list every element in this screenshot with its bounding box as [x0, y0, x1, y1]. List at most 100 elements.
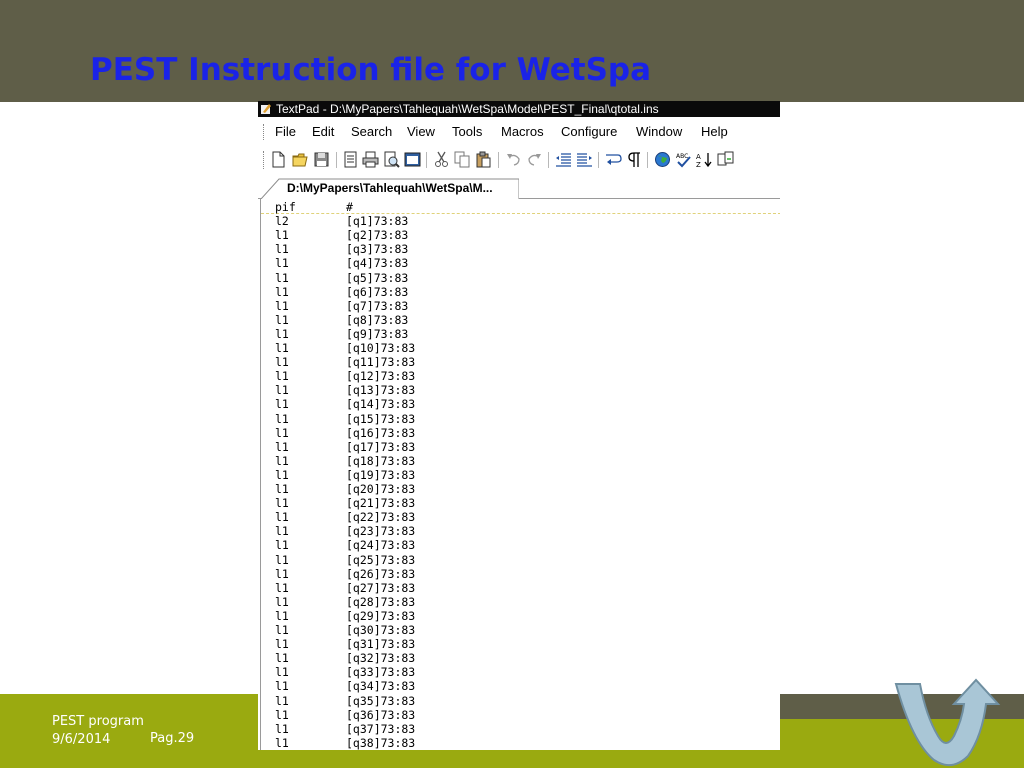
- menu-view[interactable]: View: [407, 124, 435, 140]
- word-wrap-icon[interactable]: [605, 151, 622, 168]
- observation-spec: [q11]73:83: [346, 355, 416, 370]
- file-line: l1 [q13]73:83: [261, 383, 780, 397]
- document-tab-bar: D:\MyPapers\Tahlequah\WetSpa\M...: [258, 173, 780, 199]
- line-marker: l1: [275, 411, 289, 426]
- observation-spec: [q12]73:83: [346, 369, 416, 384]
- file-line: l1 [q8]73:83: [261, 313, 780, 327]
- file-line: l1 [q15]73:83: [261, 412, 780, 426]
- observation-spec: [q35]73:83: [346, 693, 416, 708]
- observation-spec: [q31]73:83: [346, 637, 416, 652]
- line-marker: l1: [275, 425, 289, 440]
- document-properties-icon[interactable]: [342, 151, 359, 168]
- line-marker: l2: [275, 214, 289, 229]
- observation-spec: [q2]73:83: [346, 228, 409, 243]
- observation-spec: [q18]73:83: [346, 453, 416, 468]
- textpad-app-icon: [261, 103, 271, 114]
- observation-spec: [q14]73:83: [346, 397, 416, 412]
- line-marker: l1: [275, 679, 289, 694]
- svg-text:A: A: [696, 153, 701, 161]
- file-line: l1 [q26]73:83: [261, 567, 780, 581]
- observation-spec: [q3]73:83: [346, 242, 409, 257]
- file-line: l1 [q17]73:83: [261, 440, 780, 454]
- line-marker: l1: [275, 594, 289, 609]
- menu-edit[interactable]: Edit: [312, 124, 334, 140]
- menu-search[interactable]: Search: [351, 124, 392, 140]
- print-preview-icon[interactable]: [383, 151, 400, 168]
- menu-window[interactable]: Window: [636, 124, 682, 140]
- line-marker: l1: [275, 369, 289, 384]
- spell-check-icon[interactable]: ABC: [675, 151, 692, 168]
- document-tab[interactable]: D:\MyPapers\Tahlequah\WetSpa\M...: [261, 178, 519, 199]
- web-browser-icon[interactable]: [654, 151, 671, 168]
- file-line: l1 [q35]73:83: [261, 694, 780, 708]
- open-folder-icon[interactable]: [292, 151, 309, 168]
- menu-macros[interactable]: Macros: [501, 124, 544, 140]
- observation-spec: [q32]73:83: [346, 651, 416, 666]
- observation-spec: [q20]73:83: [346, 482, 416, 496]
- footer-date: 9/6/2014: [52, 732, 111, 747]
- visible-spaces-icon[interactable]: [626, 151, 643, 168]
- file-line: l1 [q29]73:83: [261, 609, 780, 623]
- paste-icon[interactable]: [475, 151, 492, 168]
- line-marker: l1: [275, 298, 289, 313]
- line-marker: l1: [275, 637, 289, 652]
- observation-spec: [q19]73:83: [346, 467, 416, 482]
- observation-spec: [q1]73:83: [346, 214, 409, 229]
- increase-indent-icon[interactable]: [576, 151, 593, 168]
- footer-page-number: Pag.29: [150, 731, 195, 746]
- undo-icon[interactable]: [505, 151, 522, 168]
- file-line: l1 [q30]73:83: [261, 623, 780, 637]
- menu-configure[interactable]: Configure: [561, 124, 617, 140]
- observation-spec: [q29]73:83: [346, 608, 416, 623]
- menu-help[interactable]: Help: [701, 124, 728, 140]
- toolbar-separator: [498, 152, 499, 168]
- menu-bar: File Edit Search View Tools Macros Confi…: [258, 117, 780, 147]
- observation-spec: [q15]73:83: [346, 411, 416, 426]
- menu-file[interactable]: File: [275, 124, 296, 140]
- observation-spec: [q6]73:83: [346, 284, 409, 299]
- file-line: l1 [q14]73:83: [261, 397, 780, 411]
- save-icon[interactable]: [313, 151, 330, 168]
- observation-spec: [q38]73:83: [346, 735, 416, 750]
- decrease-indent-icon[interactable]: [555, 151, 572, 168]
- file-line: l1 [q22]73:83: [261, 510, 780, 524]
- observation-spec: [q16]73:83: [346, 425, 416, 440]
- line-marker: pif: [275, 200, 296, 214]
- line-marker: l1: [275, 651, 289, 666]
- menu-tools[interactable]: Tools: [452, 124, 482, 140]
- sort-icon[interactable]: AZ: [696, 151, 713, 168]
- toolbar-separator: [647, 152, 648, 168]
- file-line: l1 [q18]73:83: [261, 454, 780, 468]
- line-marker: l1: [275, 552, 289, 567]
- observation-spec: [q10]73:83: [346, 341, 416, 355]
- line-marker: l1: [275, 524, 289, 539]
- file-line: l1 [q23]73:83: [261, 524, 780, 538]
- file-line: l1 [q5]73:83: [261, 271, 780, 285]
- menubar-grip[interactable]: [263, 124, 266, 140]
- toolbar-grip[interactable]: [263, 151, 266, 169]
- toolbar: ABC AZ: [258, 147, 780, 173]
- manage-files-icon[interactable]: [404, 151, 421, 168]
- file-line: l1 [q21]73:83: [261, 496, 780, 510]
- file-line: l1 [q16]73:83: [261, 426, 780, 440]
- file-line: l1 [q34]73:83: [261, 679, 780, 693]
- new-file-icon[interactable]: [270, 151, 287, 168]
- observation-spec: [q8]73:83: [346, 312, 409, 327]
- file-line: l1 [q33]73:83: [261, 665, 780, 679]
- cut-icon[interactable]: [433, 151, 450, 168]
- line-marker: l1: [275, 538, 289, 553]
- observation-spec: [q33]73:83: [346, 665, 416, 680]
- line-marker: l1: [275, 312, 289, 327]
- copy-icon[interactable]: [454, 151, 471, 168]
- line-marker: l1: [275, 482, 289, 496]
- line-marker: l1: [275, 467, 289, 482]
- print-icon[interactable]: [362, 151, 379, 168]
- line-marker: l1: [275, 284, 289, 299]
- line-marker: l1: [275, 496, 289, 511]
- window-titlebar[interactable]: TextPad - D:\MyPapers\Tahlequah\WetSpa\M…: [258, 101, 780, 117]
- window-title: TextPad - D:\MyPapers\Tahlequah\WetSpa\M…: [276, 102, 659, 116]
- compare-icon[interactable]: [717, 151, 734, 168]
- observation-spec: [q13]73:83: [346, 383, 416, 398]
- editor-text-area[interactable]: pif # l2 [q1]73:83 l1 [q2]73:83 l1 [q3]73:83 l1 […: [260, 199, 780, 750]
- redo-icon[interactable]: [526, 151, 543, 168]
